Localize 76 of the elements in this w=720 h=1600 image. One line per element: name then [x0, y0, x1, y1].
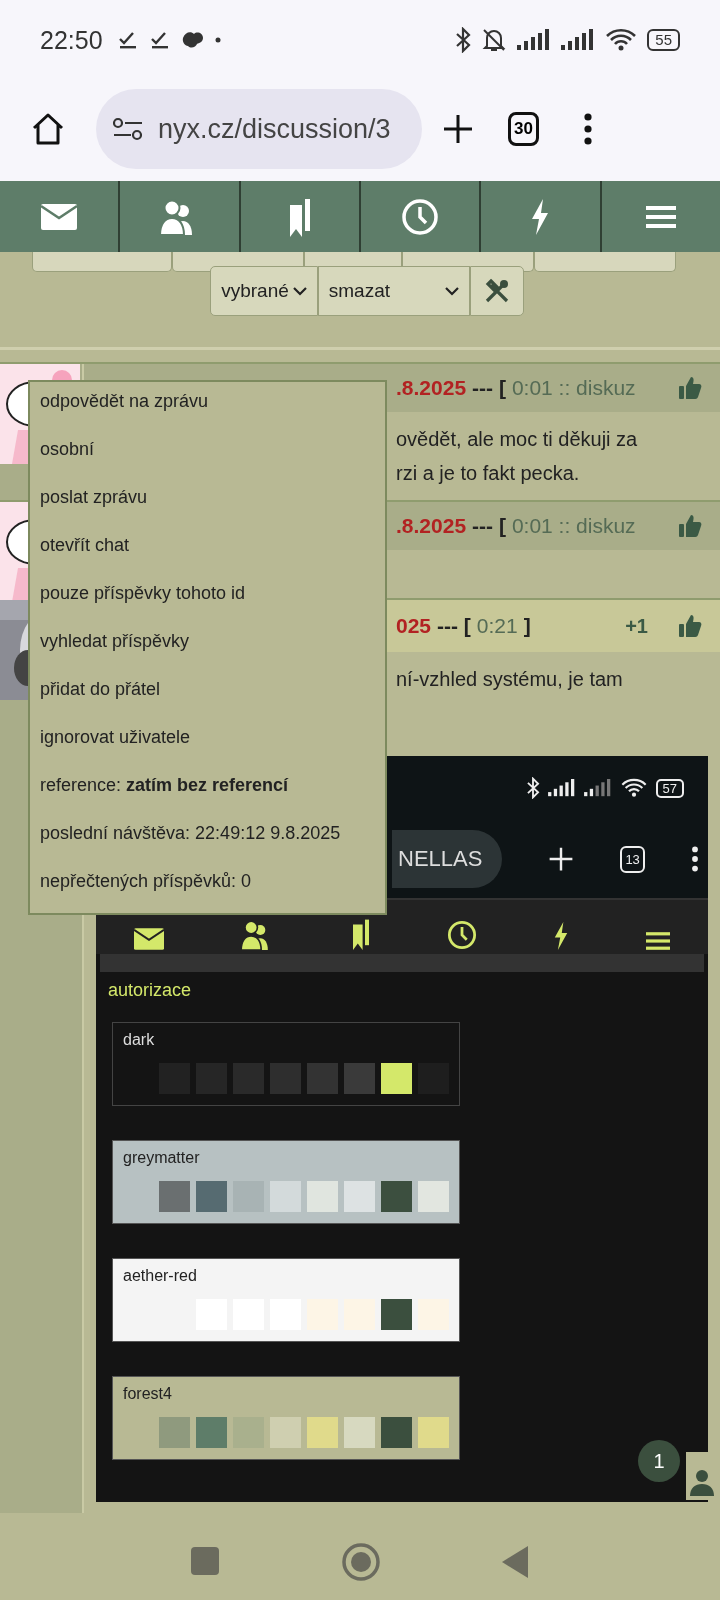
- wifi-icon: [605, 28, 638, 52]
- thumbs-up-icon[interactable]: [678, 376, 702, 400]
- signal-icon: [547, 779, 576, 797]
- wifi-icon: [619, 778, 648, 798]
- battery-indicator: 55: [647, 29, 680, 51]
- tune-icon: [112, 116, 144, 142]
- theme-card[interactable]: greymatter: [112, 1140, 460, 1224]
- theme-card[interactable]: aether-red: [112, 1258, 460, 1342]
- clock-time: 22:50: [40, 25, 103, 55]
- post-date: .8.2025: [396, 514, 467, 538]
- theme-card[interactable]: dark: [112, 1022, 460, 1106]
- menu-item[interactable]: pouze příspěvky tohoto id: [40, 578, 385, 626]
- chevron-down-icon: [292, 286, 307, 296]
- battery-indicator: 57: [655, 778, 684, 798]
- new-tab-icon: [548, 846, 575, 872]
- lightning-icon: [530, 198, 551, 235]
- dot-icon: [214, 37, 221, 43]
- theme-name: greymatter: [123, 1149, 201, 1168]
- separator-text: --- [: [472, 514, 506, 538]
- selection-dropdown[interactable]: vybrané: [210, 266, 318, 316]
- more-icon: [690, 846, 699, 872]
- lightning-icon: [553, 922, 570, 950]
- menu-item[interactable]: přidat do přátel: [40, 674, 385, 722]
- menu-item[interactable]: reference: zatím bez referencí: [40, 770, 385, 818]
- post-text: rzi a je to fakt pecka.: [396, 461, 581, 486]
- mail-icon: [41, 203, 78, 230]
- theme-name: forest4: [123, 1385, 173, 1404]
- clock-icon: [401, 197, 440, 236]
- post-meta: 0:01 :: diskuz: [511, 514, 636, 538]
- address-bar: NELLAS: [392, 830, 503, 888]
- home-icon[interactable]: [30, 111, 66, 147]
- signal-icon: [517, 29, 552, 51]
- post-date: 025: [396, 614, 432, 638]
- bluetooth-icon: [455, 27, 472, 53]
- mail-icon: [134, 928, 165, 950]
- menu-item[interactable]: poslat zprávu: [40, 482, 385, 530]
- theme-name: dark: [123, 1031, 156, 1050]
- thumbs-up-icon[interactable]: [678, 614, 702, 638]
- post-text: ovědět, ale moc ti děkuji za: [396, 427, 639, 452]
- theme-card[interactable]: forest4: [112, 1376, 460, 1460]
- bluetooth-icon: [525, 777, 540, 799]
- menu-item[interactable]: osobní: [40, 434, 385, 482]
- clock-icon: [447, 920, 478, 950]
- menu-icon: [645, 932, 670, 950]
- bracket-text: ]: [523, 614, 531, 638]
- menu-item[interactable]: odpovědět na zprávu: [40, 386, 385, 434]
- tab-count-button[interactable]: 30: [508, 112, 539, 146]
- thumbs-up-icon[interactable]: [678, 514, 702, 538]
- menu-item[interactable]: vyhledat příspěvky: [40, 626, 385, 674]
- signal-icon: [583, 779, 612, 797]
- post-meta: 0:21: [476, 614, 518, 638]
- bell-off-icon: [481, 27, 508, 53]
- bookmarks-icon: [350, 918, 371, 950]
- recents-icon[interactable]: [191, 1546, 221, 1577]
- chevron-down-icon: [444, 286, 459, 296]
- signal-icon: [561, 29, 596, 51]
- separator-text: --- [: [472, 376, 506, 400]
- vote-count: +1: [625, 614, 648, 638]
- menu-item[interactable]: otevřít chat: [40, 530, 385, 578]
- post-date: .8.2025: [396, 376, 467, 400]
- post-text: ní-vzhled systému, je tam: [396, 667, 624, 692]
- new-tab-icon[interactable]: [442, 113, 474, 145]
- more-icon[interactable]: [582, 113, 593, 145]
- section-heading: autorizace: [107, 979, 193, 1002]
- post-meta: 0:01 :: diskuz: [511, 376, 636, 400]
- theme-name: aether-red: [123, 1267, 198, 1286]
- tools-button[interactable]: [469, 266, 524, 316]
- bookmarks-icon: [287, 196, 312, 237]
- back-icon[interactable]: [501, 1544, 529, 1579]
- action-dropdown[interactable]: smazat: [317, 266, 470, 316]
- separator-text: --- [: [437, 614, 471, 638]
- address-bar[interactable]: nyx.cz/discussion/3: [96, 89, 422, 169]
- menu-icon: [645, 205, 676, 228]
- menu-item[interactable]: poslední návštěva: 22:49:12 9.8.2025: [40, 818, 385, 866]
- menu-item[interactable]: nepřečtených příspěvků: 0: [40, 866, 385, 914]
- menu-item[interactable]: ignorovat uživatele: [40, 722, 385, 770]
